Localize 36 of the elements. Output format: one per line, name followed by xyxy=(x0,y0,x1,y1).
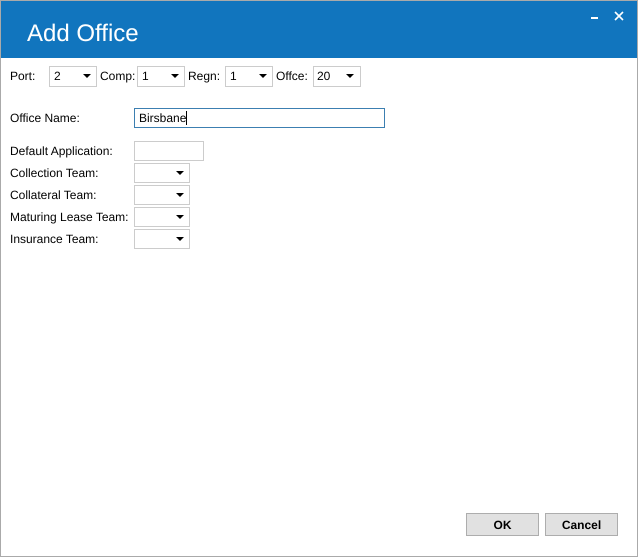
dialog-button[interactable]: OK xyxy=(466,513,539,536)
window-title: Add Office xyxy=(27,20,139,48)
dialog-button[interactable]: Cancel xyxy=(545,513,618,536)
dropdown-value: 2 xyxy=(54,69,61,83)
field-label: Collateral Team: xyxy=(10,188,98,202)
field-label: Collection Team: xyxy=(10,166,100,180)
field-label: Office Name: xyxy=(10,111,81,125)
dropdown[interactable]: 20 xyxy=(313,66,361,86)
close-icon[interactable] xyxy=(614,11,624,21)
caret-icon xyxy=(346,74,354,78)
caret-icon xyxy=(176,237,184,241)
dropdown[interactable] xyxy=(134,163,190,183)
selector-label: Offce: xyxy=(276,69,309,83)
dropdown-value: 20 xyxy=(317,69,330,83)
dropdown[interactable]: 2 xyxy=(49,66,97,86)
input-field[interactable]: Birsbane xyxy=(134,108,385,128)
selector-label: Regn: xyxy=(188,69,222,83)
selector-label: Port: xyxy=(10,69,36,83)
field-label: Default Application: xyxy=(10,144,114,158)
selector-label: Comp: xyxy=(100,69,136,83)
dropdown[interactable] xyxy=(134,207,190,227)
caret-icon xyxy=(176,215,184,219)
input-field[interactable] xyxy=(134,141,204,161)
dropdown-value: 1 xyxy=(142,69,149,83)
dropdown-value: 1 xyxy=(230,69,237,83)
caret-icon xyxy=(259,74,267,78)
dropdown[interactable] xyxy=(134,229,190,249)
dropdown[interactable] xyxy=(134,185,190,205)
caret-icon xyxy=(83,74,91,78)
field-label: Maturing Lease Team: xyxy=(10,210,130,224)
caret-icon xyxy=(176,171,184,175)
caret-icon xyxy=(176,193,184,197)
dropdown[interactable]: 1 xyxy=(137,66,185,86)
dropdown[interactable]: 1 xyxy=(225,66,273,86)
field-label: Insurance Team: xyxy=(10,232,100,246)
caret-icon xyxy=(171,74,179,78)
